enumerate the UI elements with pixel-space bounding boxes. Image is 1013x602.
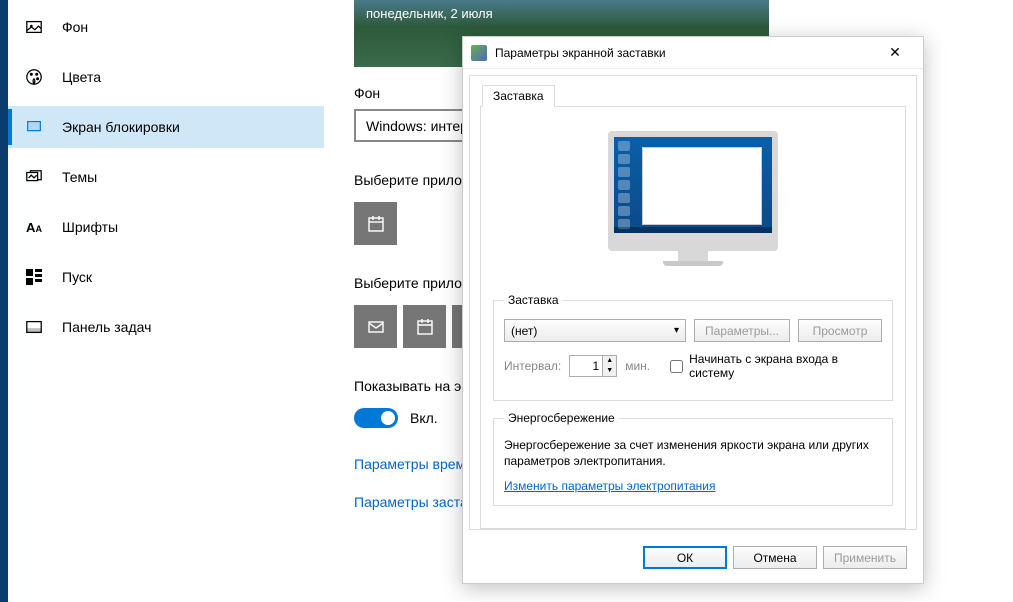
mail-icon [366, 317, 386, 337]
dialog-title-text: Параметры экранной заставки [495, 46, 875, 60]
taskbar-icon [24, 317, 44, 337]
sidebar-item-label: Цвета [62, 69, 101, 85]
checkbox-text: Начинать с экрана входа в систему [689, 352, 882, 380]
resume-checkbox[interactable] [670, 360, 683, 373]
preview-date: понедельник, 2 июля [366, 6, 493, 21]
sidebar-item-label: Пуск [62, 269, 92, 285]
interval-label: Интервал: [504, 359, 561, 373]
dialog-icon [471, 45, 487, 61]
sidebar-item-start[interactable]: Пуск [8, 256, 324, 298]
start-icon [24, 267, 44, 287]
sidebar-item-background[interactable]: Фон [8, 6, 324, 48]
interval-input[interactable] [570, 356, 602, 376]
toggle-state-label: Вкл. [410, 410, 438, 426]
interval-spinner[interactable]: ▲▼ [569, 355, 617, 377]
power-description: Энергосбережение за счет изменения яркос… [504, 437, 882, 469]
themes-icon [24, 167, 44, 187]
calendar-icon [415, 317, 435, 337]
spinner-up[interactable]: ▲ [603, 356, 616, 366]
chevron-down-icon: ▾ [674, 325, 679, 336]
settings-sidebar: Фон Цвета Экран блокировки Темы AA Шрифт… [8, 0, 324, 602]
lockscreen-icon [24, 117, 44, 137]
resume-checkbox-label[interactable]: Начинать с экрана входа в систему [670, 352, 882, 380]
sidebar-item-lockscreen[interactable]: Экран блокировки [8, 106, 324, 148]
combo-value: (нет) [511, 324, 537, 338]
preview-button: Просмотр [798, 319, 882, 342]
window-edge [0, 0, 8, 602]
sidebar-item-colors[interactable]: Цвета [8, 56, 324, 98]
screensaver-combo[interactable]: (нет) ▾ [504, 319, 686, 342]
mail-tile[interactable] [354, 305, 397, 348]
sidebar-item-label: Экран блокировки [62, 119, 180, 135]
power-fieldset: Энергосбережение Энергосбережение за сче… [493, 411, 893, 506]
params-button: Параметры... [694, 319, 790, 342]
power-legend: Энергосбережение [504, 411, 619, 425]
show-background-toggle[interactable] [354, 408, 398, 428]
calendar-tile[interactable] [354, 202, 397, 245]
tab-content: Заставка (нет) ▾ Параметры... Просмотр И… [480, 106, 906, 529]
cancel-button[interactable]: Отмена [733, 546, 817, 569]
ok-button[interactable]: ОК [643, 546, 727, 569]
power-settings-link[interactable]: Изменить параметры электропитания [504, 479, 715, 493]
palette-icon [24, 67, 44, 87]
sidebar-item-label: Фон [62, 19, 88, 35]
apply-button: Применить [823, 546, 907, 569]
sidebar-item-label: Шрифты [62, 219, 118, 235]
screensaver-dialog: Параметры экранной заставки ✕ Заставка З… [462, 36, 924, 584]
dialog-button-row: ОК Отмена Применить [463, 536, 923, 583]
screensaver-fieldset: Заставка (нет) ▾ Параметры... Просмотр И… [493, 293, 893, 401]
picture-icon [24, 17, 44, 37]
tab-screensaver[interactable]: Заставка [482, 85, 555, 107]
screensaver-legend: Заставка [504, 293, 563, 307]
calendar-icon [366, 214, 386, 234]
dialog-body: Заставка Заставка (нет) ▾ Пара [469, 75, 917, 530]
interval-unit: мин. [625, 359, 650, 373]
sidebar-item-themes[interactable]: Темы [8, 156, 324, 198]
sidebar-item-label: Панель задач [62, 319, 151, 335]
fonts-icon: AA [24, 217, 44, 237]
calendar-tile-2[interactable] [403, 305, 446, 348]
sidebar-item-fonts[interactable]: AA Шрифты [8, 206, 324, 248]
spinner-down[interactable]: ▼ [603, 366, 616, 376]
dialog-titlebar[interactable]: Параметры экранной заставки ✕ [463, 37, 923, 69]
close-button[interactable]: ✕ [875, 39, 915, 67]
monitor-preview [608, 131, 778, 271]
sidebar-item-label: Темы [62, 169, 97, 185]
sidebar-item-taskbar[interactable]: Панель задач [8, 306, 324, 348]
